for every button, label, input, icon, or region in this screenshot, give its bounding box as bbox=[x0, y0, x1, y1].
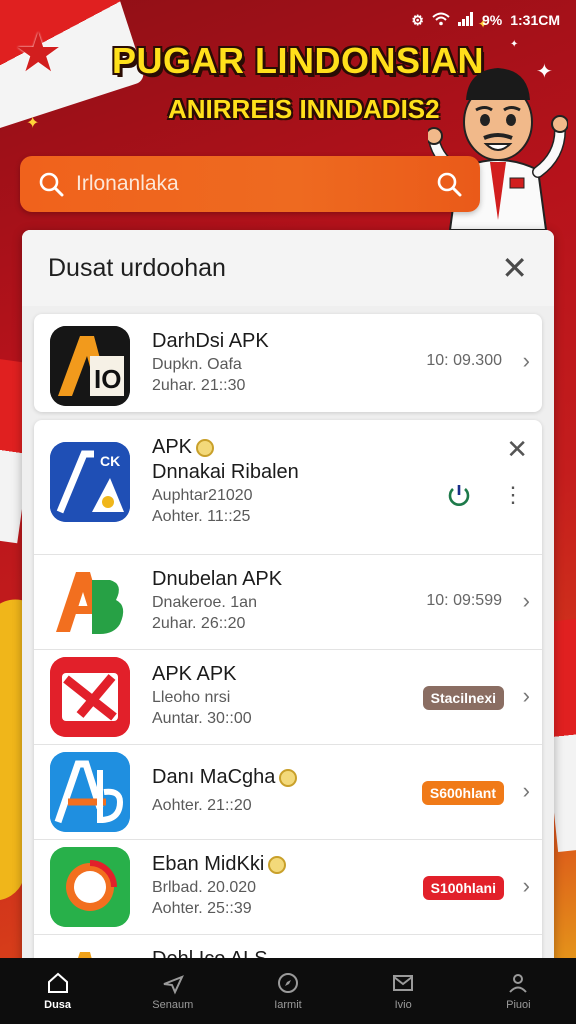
search-submit-icon[interactable] bbox=[436, 171, 462, 197]
divider bbox=[34, 839, 542, 840]
status-bar: ⚙ 9% 1:31CM bbox=[411, 8, 560, 32]
coin-icon bbox=[279, 768, 298, 787]
app-info: Eban MidKki Brlbad. 20.020 Aohter. 25::3… bbox=[152, 853, 287, 918]
bottom-nav: Dusa Senaum Iarmit Ivio Piuoi bbox=[0, 958, 576, 1024]
featured-app-info: DarhDsi APK Dupkn. Oafa 2uhar. 21::30 bbox=[152, 330, 269, 395]
divider bbox=[34, 934, 542, 935]
more-vertical-icon[interactable]: ⋮ bbox=[502, 484, 524, 506]
apk-io-icon: IO bbox=[50, 326, 130, 406]
app-name: Danı MaCgha bbox=[152, 766, 298, 789]
nav-item-iarmit[interactable]: Iarmit bbox=[243, 971, 333, 1011]
coin-icon bbox=[268, 855, 287, 874]
app-time: Aohter. 25::39 bbox=[152, 900, 252, 917]
app-time: Aohter. 11::25 bbox=[152, 508, 251, 525]
app-name: APK APK bbox=[152, 663, 237, 685]
chevron-right-icon[interactable]: › bbox=[523, 588, 530, 614]
nav-item-home[interactable]: Dusa bbox=[13, 971, 103, 1011]
app-subtitle: Dupkn. Oafa bbox=[152, 356, 242, 373]
divider bbox=[34, 744, 542, 745]
home-icon bbox=[47, 972, 68, 993]
chevron-right-icon[interactable]: › bbox=[523, 778, 530, 804]
sparkle-icon: ✦ bbox=[26, 115, 40, 132]
app-time: 2uhar. 26::20 bbox=[152, 615, 246, 632]
status-badge[interactable]: S100hlani bbox=[422, 876, 504, 900]
status-time: 1:31CM bbox=[510, 12, 560, 28]
panel-header: Dusat urdoohan ✕ bbox=[22, 230, 554, 306]
chevron-right-icon[interactable]: › bbox=[523, 683, 530, 709]
nav-label: Piuoi bbox=[506, 999, 531, 1011]
app-name: Eban MidKki bbox=[152, 853, 287, 876]
app-subtitle: Brlbad. 20.020 bbox=[152, 879, 257, 896]
app-time: Auntar. 30::00 bbox=[152, 710, 252, 727]
app-info: APK APK Lleoho nrsi Auntar. 30::00 bbox=[152, 663, 252, 728]
signal-icon bbox=[457, 11, 474, 29]
chevron-right-icon[interactable]: › bbox=[523, 873, 530, 899]
svg-text:CK: CK bbox=[100, 453, 120, 469]
sparkle-icon: ✦ bbox=[510, 39, 519, 50]
nav-label: Ivio bbox=[394, 999, 412, 1011]
app-meta: 10: 09.300 bbox=[426, 352, 502, 369]
plane-icon bbox=[163, 975, 184, 995]
app-name: APK bbox=[152, 436, 299, 459]
app-subtitle: Lleoho nrsi bbox=[152, 689, 231, 706]
close-icon[interactable]: ✕ bbox=[501, 252, 528, 284]
app-info: APK Dnnakai Ribalen Auphtar21020 Aohter.… bbox=[152, 436, 299, 526]
nav-label: Iarmit bbox=[274, 999, 302, 1011]
banner-subtitle: ANIRREIS INNDADIS2 bbox=[168, 94, 440, 124]
search-input[interactable] bbox=[76, 172, 424, 196]
download-panel: Dusat urdoohan ✕ IO DarhDsi APK Dupkn. O… bbox=[22, 230, 554, 990]
gear-icon: ⚙ bbox=[411, 11, 424, 28]
nav-item-ivio[interactable]: Ivio bbox=[358, 971, 448, 1011]
blue-ab-icon bbox=[50, 752, 130, 832]
list-item[interactable]: Eban MidKki Brlbad. 20.020 Aohter. 25::3… bbox=[34, 841, 542, 935]
close-icon[interactable]: ✕ bbox=[506, 434, 528, 465]
panel-title: Dusat urdoohan bbox=[48, 253, 226, 282]
app-info: Dnubelan APK Dnakeroe. 1an 2uhar. 26::20 bbox=[152, 568, 282, 633]
battery-text: 9% bbox=[481, 12, 503, 28]
chevron-right-icon[interactable]: › bbox=[523, 348, 530, 374]
list-item[interactable]: Dnubelan APK Dnakeroe. 1an 2uhar. 26::20… bbox=[34, 556, 542, 650]
app-info: Danı MaCgha Aohter. 21::20 bbox=[152, 766, 298, 815]
nav-item-senaum[interactable]: Senaum bbox=[128, 971, 218, 1011]
coin-icon bbox=[196, 438, 215, 457]
list-item[interactable]: CK APK Dnnakai Ribalen Auphtar21020 Aoht… bbox=[34, 420, 542, 554]
search-bar[interactable] bbox=[20, 156, 480, 212]
app-name-secondary: Dnnakai Ribalen bbox=[152, 461, 299, 483]
divider bbox=[34, 649, 542, 650]
status-badge[interactable]: Stacilnexi bbox=[422, 686, 504, 710]
nav-item-piuoi[interactable]: Piuoi bbox=[473, 971, 563, 1011]
ab-green-orange-icon bbox=[50, 562, 130, 642]
app-name: DarhDsi APK bbox=[152, 330, 269, 352]
app-name: Dnubelan APK bbox=[152, 568, 283, 590]
app-subtitle: Dnakeroe. 1an bbox=[152, 594, 257, 611]
compass-icon bbox=[277, 973, 298, 993]
app-time: 2uhar. 21::30 bbox=[152, 377, 246, 394]
red-x-icon bbox=[50, 657, 130, 737]
status-badge[interactable]: S600hlant bbox=[421, 781, 504, 805]
green-ring-icon bbox=[50, 847, 130, 927]
profile-icon bbox=[509, 974, 528, 993]
power-icon[interactable] bbox=[446, 482, 472, 508]
wifi-icon bbox=[432, 12, 450, 29]
blue-a-ck-icon: CK bbox=[50, 442, 130, 522]
star-icon: ★ bbox=[14, 23, 63, 83]
mail-icon bbox=[393, 975, 414, 991]
list-item[interactable]: Danı MaCgha Aohter. 21::20 S600hlant › bbox=[34, 746, 542, 840]
app-time: Aohter. 21::20 bbox=[152, 797, 252, 814]
featured-app-card[interactable]: IO DarhDsi APK Dupkn. Oafa 2uhar. 21::30… bbox=[34, 314, 542, 412]
search-icon[interactable] bbox=[38, 171, 64, 197]
app-list-card: CK APK Dnnakai Ribalen Auphtar21020 Aoht… bbox=[34, 420, 542, 990]
nav-label: Senaum bbox=[152, 999, 194, 1011]
app-subtitle: Auphtar21020 bbox=[152, 487, 253, 504]
app-meta: 10: 09:599 bbox=[426, 592, 502, 609]
nav-label: Dusa bbox=[44, 999, 72, 1011]
svg-text:IO: IO bbox=[94, 364, 121, 394]
divider bbox=[34, 554, 542, 555]
list-item[interactable]: APK APK Lleoho nrsi Auntar. 30::00 Staci… bbox=[34, 651, 542, 745]
